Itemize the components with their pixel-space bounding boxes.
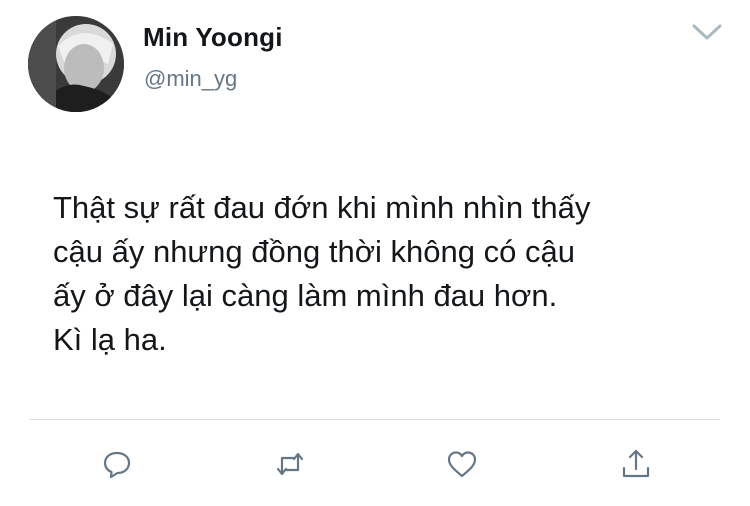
avatar-image [28,16,124,112]
avatar[interactable] [28,16,124,112]
chevron-down-icon [692,24,722,40]
reply-icon [103,451,131,479]
divider [30,419,720,420]
tweet-text: Thật sự rất đau đớn khi mình nhìn thấy c… [53,190,591,357]
retweet-icon [276,452,304,476]
reply-button[interactable] [97,444,137,484]
share-icon [622,449,650,478]
like-button[interactable] [442,444,482,484]
tweet-menu-button[interactable] [690,20,724,44]
author-handle[interactable]: @min_yg [144,66,237,92]
retweet-button[interactable] [270,444,310,484]
tweet-actions [0,444,750,484]
heart-icon [447,451,477,478]
author-display-name[interactable]: Min Yoongi [143,22,283,53]
share-button[interactable] [616,444,656,484]
tweet-card: Min Yoongi @min_yg Thật sự rất đau đớn k… [0,0,750,506]
